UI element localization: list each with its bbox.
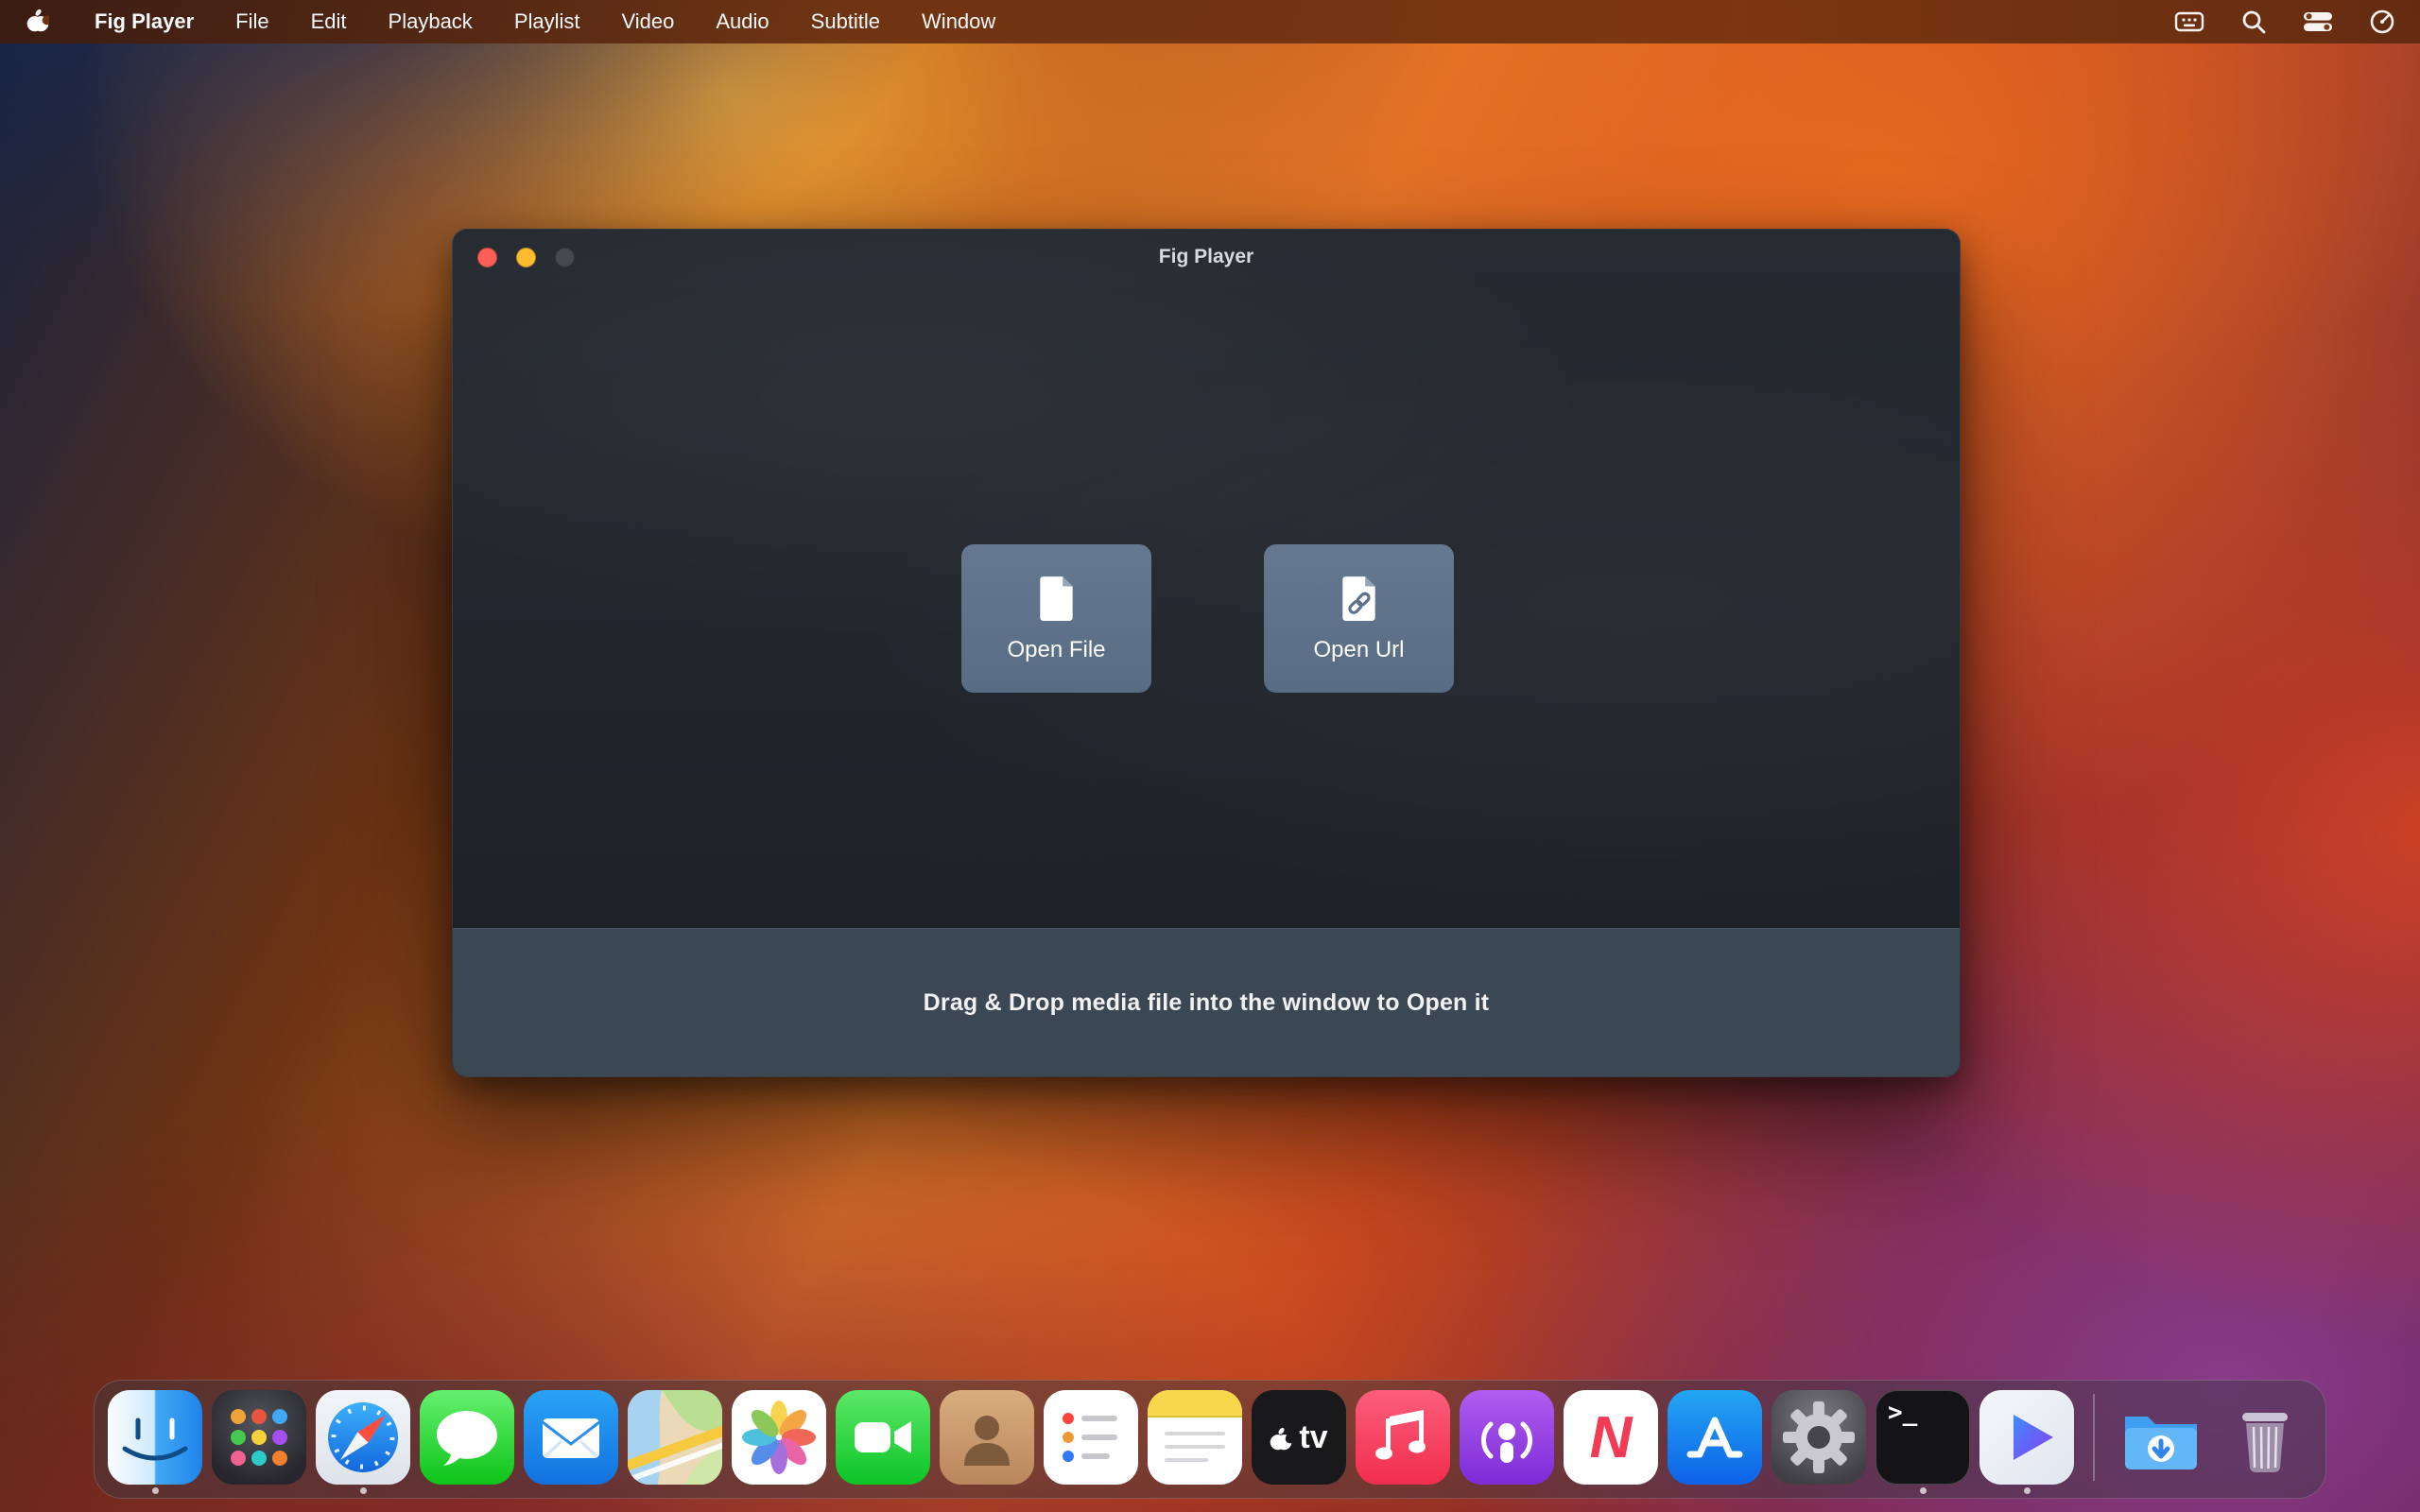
- file-icon: [1037, 575, 1077, 622]
- menu-file[interactable]: File: [235, 9, 268, 34]
- desktop: Fig Player File Edit Playback Playlist V…: [0, 0, 2420, 1512]
- search-icon[interactable]: [2240, 9, 2267, 35]
- menu-window[interactable]: Window: [922, 9, 995, 34]
- dock-item-facetime[interactable]: [836, 1390, 930, 1494]
- dock-item-messages[interactable]: [420, 1390, 514, 1494]
- tv-icon: tv: [1252, 1390, 1346, 1485]
- open-file-button[interactable]: Open File: [961, 544, 1151, 693]
- dock-item-trash[interactable]: [2218, 1390, 2312, 1494]
- facetime-icon: [836, 1390, 930, 1485]
- window-footer: Drag & Drop media file into the window t…: [453, 928, 1960, 1076]
- safari-icon: [316, 1390, 410, 1485]
- news-icon: N: [1564, 1390, 1658, 1485]
- finder-icon: [108, 1390, 202, 1485]
- gauge-icon[interactable]: [2369, 9, 2395, 35]
- dock-item-photos[interactable]: [732, 1390, 826, 1494]
- dock-separator: [2093, 1394, 2095, 1481]
- podcasts-icon: [1460, 1390, 1554, 1485]
- running-indicator: [152, 1487, 159, 1494]
- dock: tv: [94, 1380, 2326, 1499]
- running-indicator: [1920, 1487, 1927, 1494]
- apple-icon: [26, 9, 49, 35]
- running-indicator: [360, 1487, 367, 1494]
- apple-menu[interactable]: [26, 9, 49, 35]
- drop-hint-text: Drag & Drop media file into the window t…: [924, 989, 1490, 1017]
- dock-item-downloads[interactable]: [2114, 1390, 2208, 1494]
- dock-item-notes[interactable]: [1148, 1390, 1242, 1494]
- news-glyph: N: [1564, 1390, 1658, 1485]
- menu-playback[interactable]: Playback: [389, 9, 473, 34]
- messages-icon: [420, 1390, 514, 1485]
- appstore-icon: [1668, 1390, 1762, 1485]
- open-url-label: Open Url: [1313, 637, 1404, 663]
- zoom-button[interactable]: [555, 248, 575, 267]
- open-url-button[interactable]: Open Url: [1264, 544, 1454, 693]
- dock-item-safari[interactable]: [316, 1390, 410, 1494]
- link-icon: [1340, 575, 1379, 622]
- dock-item-news[interactable]: N: [1564, 1390, 1658, 1494]
- minimize-button[interactable]: [516, 248, 536, 267]
- terminal-icon: >_: [1876, 1390, 1970, 1485]
- downloads-folder-icon: [2114, 1390, 2208, 1485]
- trash-icon: [2218, 1390, 2312, 1485]
- dock-item-launchpad[interactable]: [212, 1390, 306, 1494]
- app-menu-title[interactable]: Fig Player: [95, 9, 194, 34]
- traffic-lights: [477, 248, 594, 267]
- reminders-icon: [1044, 1390, 1138, 1485]
- fig-player-icon: [1979, 1390, 2074, 1485]
- menu-playlist[interactable]: Playlist: [514, 9, 580, 34]
- menu-subtitle[interactable]: Subtitle: [811, 9, 880, 34]
- dock-item-maps[interactable]: [628, 1390, 722, 1494]
- music-icon: [1356, 1390, 1450, 1485]
- dock-item-settings[interactable]: [1772, 1390, 1866, 1494]
- dock-item-appstore[interactable]: [1668, 1390, 1762, 1494]
- dock-item-fig-player[interactable]: [1979, 1390, 2074, 1494]
- menu-bar-left: Fig Player File Edit Playback Playlist V…: [0, 9, 1016, 35]
- open-file-label: Open File: [1007, 637, 1105, 663]
- tv-glyph: tv: [1299, 1421, 1327, 1453]
- window-title: Fig Player: [453, 230, 1960, 284]
- terminal-prompt-glyph: >_: [1888, 1399, 1917, 1427]
- dock-item-contacts[interactable]: [940, 1390, 1034, 1494]
- window-titlebar[interactable]: Fig Player: [453, 230, 1960, 284]
- fig-player-window: Fig Player Open File: [452, 229, 1961, 1077]
- mail-icon: [524, 1390, 618, 1485]
- notes-icon: [1148, 1390, 1242, 1485]
- menu-bar: Fig Player File Edit Playback Playlist V…: [0, 0, 2420, 43]
- maps-icon: [628, 1390, 722, 1485]
- close-button[interactable]: [477, 248, 497, 267]
- dock-item-tv[interactable]: tv: [1252, 1390, 1346, 1494]
- apple-logo-icon: [1270, 1427, 1292, 1453]
- running-indicator: [2024, 1487, 2031, 1494]
- menu-bar-status: [2138, 9, 2420, 35]
- dock-item-terminal[interactable]: >_: [1876, 1390, 1970, 1494]
- dock-item-podcasts[interactable]: [1460, 1390, 1554, 1494]
- launchpad-icon: [212, 1390, 306, 1485]
- settings-gear-icon: [1772, 1390, 1866, 1485]
- dock-item-mail[interactable]: [524, 1390, 618, 1494]
- dock-item-music[interactable]: [1356, 1390, 1450, 1494]
- keyboard-icon[interactable]: [2174, 10, 2204, 33]
- dock-item-finder[interactable]: [108, 1390, 202, 1494]
- photos-icon: [732, 1390, 826, 1485]
- dock-item-reminders[interactable]: [1044, 1390, 1138, 1494]
- menu-edit[interactable]: Edit: [311, 9, 347, 34]
- control-center-icon[interactable]: [2303, 11, 2333, 32]
- menu-video[interactable]: Video: [622, 9, 675, 34]
- contacts-icon: [940, 1390, 1034, 1485]
- menu-audio[interactable]: Audio: [716, 9, 769, 34]
